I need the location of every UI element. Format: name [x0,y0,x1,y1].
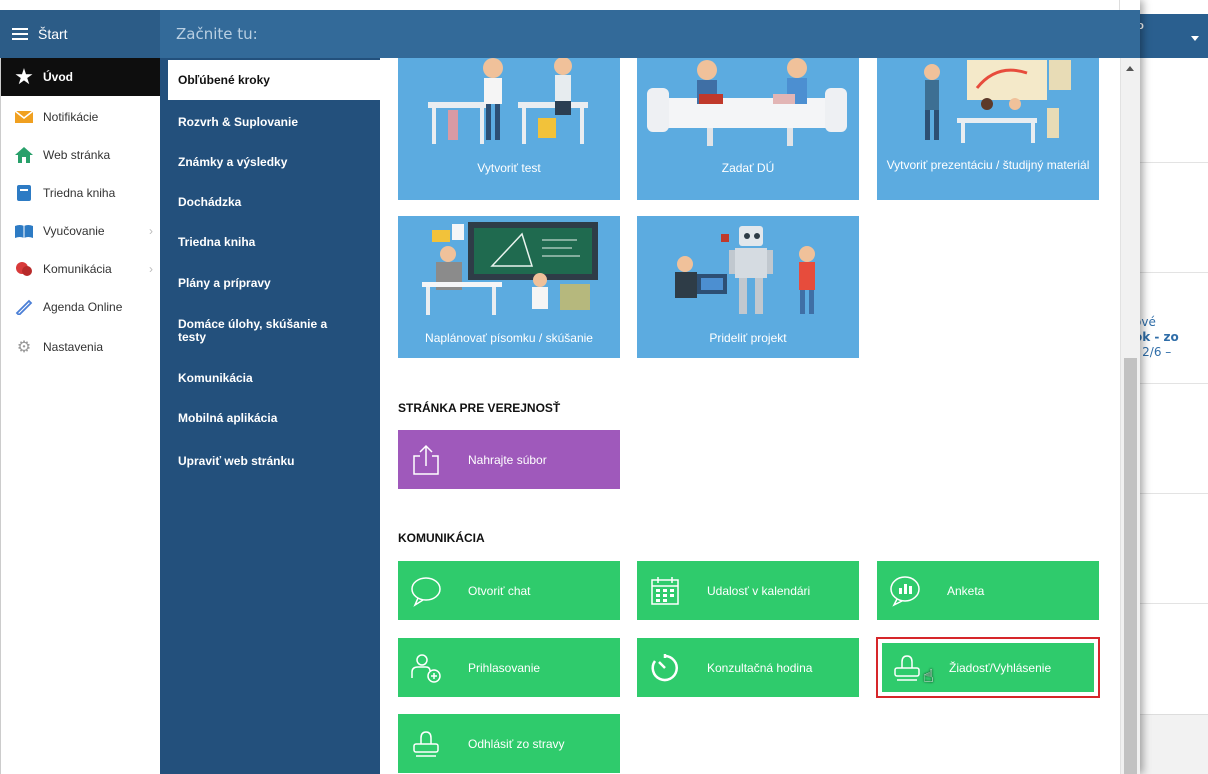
sidebar-item-vyucovanie[interactable]: Vyučovanie › [1,212,161,250]
tile-label: Anketa [947,583,985,598]
sidebar-item-label: Nastavenia [43,340,104,354]
sidebar-item-label: Úvod [43,70,73,84]
sidebar-item-label: Web stránka [43,148,111,162]
tile-label: Vytvoriť test [477,161,541,175]
gear-icon: ⚙ [16,339,32,356]
news-line: - 2/6 – [1134,345,1172,359]
homework-illustration-icon [647,58,847,146]
menu-item-triedna-kniha[interactable]: Triedna kniha [160,230,380,254]
chat-icon [15,260,33,278]
tile-label: Odhlásiť zo stravy [468,736,565,751]
tile-vytvorit-test[interactable]: Vytvoriť test [398,58,620,200]
stamp-icon [413,730,439,757]
tile-prihlasovanie[interactable]: Prihlasovanie [398,638,620,697]
sidebar-item-label: Agenda Online [43,300,123,314]
chevron-right-icon: › [149,224,153,238]
app-sidebar: ★ Úvod Notifikácie Web stránka Triedna k… [0,58,161,774]
tile-naplanovat-pisomku[interactable]: Naplánovať písomku / skúšanie [398,216,620,358]
chevron-right-icon: › [149,262,153,276]
poll-icon [890,575,920,607]
tile-anketa[interactable]: Anketa [877,561,1099,620]
sidebar-item-nastavenia[interactable]: ⚙ Nastavenia [1,328,161,366]
chat-bubble-icon [411,576,441,607]
news-snippet[interactable]: ové ok - zo - 2/6 – [1134,315,1179,360]
exam-illustration-icon [422,222,598,315]
tile-label: Nahrajte súbor [468,452,547,467]
star-icon: ★ [14,64,34,89]
tile-ziadost-vyhlasenie[interactable]: Žiadosť/Vyhlásenie ☝ [876,637,1100,698]
sidebar-item-label: Vyučovanie [43,224,105,238]
timer-icon [651,653,678,681]
panel-title: Začnite tu: [176,25,258,43]
favorite-steps-content: Vytvoriť test Zadať DÚ Vytvoriť prezentá… [380,58,1120,774]
news-line: ok - zo [1134,330,1179,344]
menu-item-dochadzka[interactable]: Dochádzka [160,190,380,214]
menu-item-mobilna-aplikacia[interactable]: Mobilná aplikácia [160,406,380,430]
sidebar-item-uvod[interactable]: ★ Úvod [1,58,161,96]
tile-otvorit-chat[interactable]: Otvoriť chat [398,561,620,620]
open-book-icon [15,222,33,240]
start-button[interactable]: Štart [0,10,160,58]
sidebar-item-komunikacia[interactable]: Komunikácia › [1,250,161,288]
tile-udalost-v-kalendari[interactable]: Udalosť v kalendári [637,561,859,620]
menu-item-plany[interactable]: Plány a prípravy [160,271,380,295]
start-label: Štart [38,26,68,42]
stamp-icon [894,654,920,681]
sidebar-item-web-stranka[interactable]: Web stránka [1,136,161,174]
top-bar: Štart Začnite tu: [0,10,1140,58]
menu-item-domace-ulohy[interactable]: Domáce úlohy, skúšanie a testy [160,316,350,346]
menu-item-komunikacia[interactable]: Komunikácia [160,366,380,390]
sidebar-item-label: Triedna kniha [43,186,116,200]
section-title-communication: KOMUNIKÁCIA [398,531,485,545]
book-icon [15,184,33,202]
upload-icon [413,444,439,475]
scrollbar-thumb[interactable] [1124,358,1137,774]
tile-label: Vytvoriť prezentáciu / študijný materiál [886,158,1090,172]
menu-item-rozvrh[interactable]: Rozvrh & Suplovanie [160,110,380,134]
calendar-icon [651,576,679,605]
tile-odhlasit-zo-stravy[interactable]: Odhlásiť zo stravy [398,714,620,773]
tile-label: Naplánovať písomku / skúšanie [425,331,593,345]
robot-illustration-icon [675,226,815,314]
presentation-illustration-icon [924,60,1071,143]
scroll-up-arrow-icon[interactable] [1126,66,1134,71]
tile-zadat-du[interactable]: Zadať DÚ [637,58,859,200]
tile-label: Konzultačná hodina [707,660,813,675]
sidebar-item-agenda-online[interactable]: Agenda Online [1,288,161,326]
menu-item-oblubene-kroky[interactable]: Obľúbené kroky [168,60,380,100]
hamburger-icon [12,28,28,40]
hand-cursor-icon: ☝ [923,666,934,686]
tile-label: Zadať DÚ [721,161,775,175]
envelope-icon [15,108,33,126]
sidebar-item-label: Notifikácie [43,110,99,124]
sidebar-item-notifikacie[interactable]: Notifikácie [1,98,161,136]
tile-label: Otvoriť chat [468,583,531,598]
chevron-down-icon [1191,36,1199,41]
teacher-illustration-icon [428,58,588,144]
home-icon [15,146,33,164]
tile-label: Udalosť v kalendári [707,583,811,598]
start-menu-categories: Obľúbené kroky Rozvrh & Suplovanie Známk… [160,58,380,774]
tile-nahrajte-subor[interactable]: Nahrajte súbor [398,430,620,489]
tile-label: Žiadosť/Vyhlásenie [949,660,1052,675]
tile-konzultacna-hodina[interactable]: Konzultačná hodina [637,638,859,697]
section-title-public: STRÁNKA PRE VEREJNOSŤ [398,401,561,415]
sidebar-item-label: Komunikácia [43,262,112,276]
sidebar-item-triedna-kniha[interactable]: Triedna kniha [1,174,161,212]
tile-pridelit-projekt[interactable]: Prideliť projekt [637,216,859,358]
tile-label: Prideliť projekt [709,331,787,345]
content-scrollbar[interactable] [1120,58,1140,774]
menu-item-znamky[interactable]: Známky a výsledky [160,150,380,174]
tile-vytvorit-prezentaciu[interactable]: Vytvoriť prezentáciu / študijný materiál [877,58,1099,200]
pen-icon [15,298,33,316]
signup-icon [411,653,441,683]
tile-label: Prihlasovanie [468,660,541,675]
news-line: ové [1134,315,1156,329]
menu-item-upravit-web[interactable]: Upraviť web stránku [160,449,380,473]
